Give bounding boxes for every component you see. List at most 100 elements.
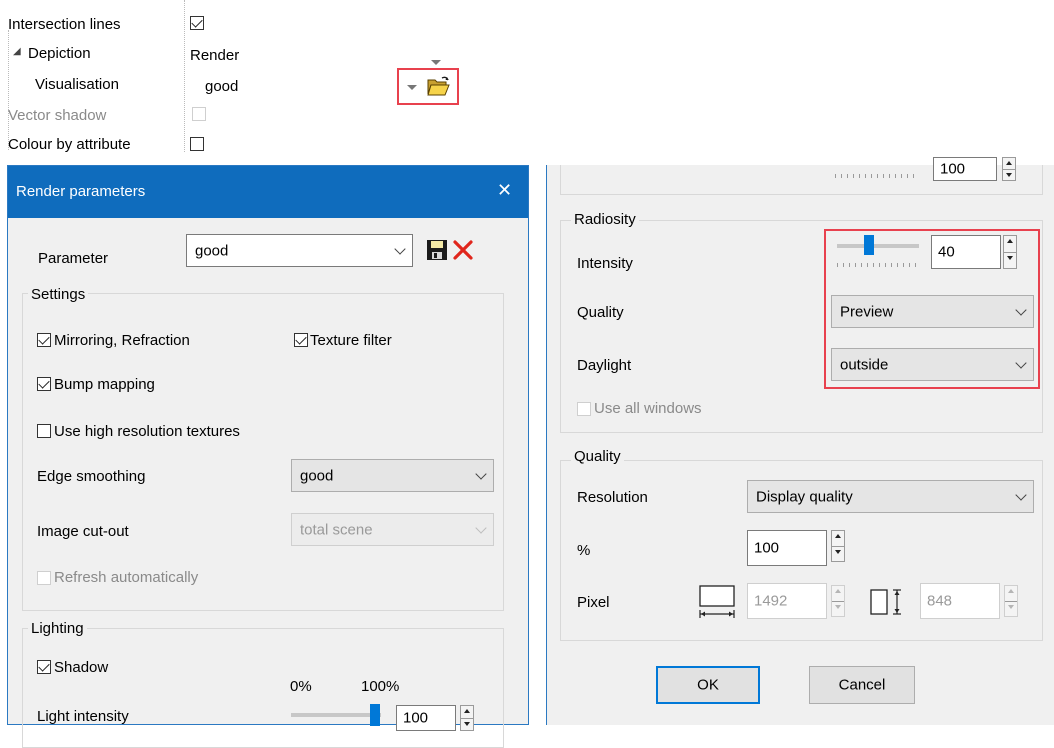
delete-icon[interactable] xyxy=(452,239,474,261)
use-all-windows-checkbox[interactable] xyxy=(577,402,591,416)
pixel-label: Pixel xyxy=(577,594,610,611)
prop-value-visualisation: good xyxy=(205,78,239,95)
prop-label-depiction: Depiction xyxy=(28,45,91,62)
spin-down-icon[interactable] xyxy=(1005,601,1017,616)
parameter-label: Parameter xyxy=(38,250,109,267)
property-list: Intersection lines ◢ Depiction Render Vi… xyxy=(0,0,480,153)
spin-up-icon[interactable] xyxy=(832,586,844,601)
intersection-lines-checkbox[interactable] xyxy=(190,16,204,30)
parameter-combo[interactable]: good xyxy=(186,234,413,267)
height-input[interactable]: 848 xyxy=(920,583,1000,619)
resolution-label: Resolution xyxy=(577,489,648,506)
dialog-titlebar: Render parameters ✕ xyxy=(8,166,528,218)
pct-100-label: 100% xyxy=(361,678,400,695)
ok-button-label: OK xyxy=(697,676,719,694)
chevron-down-icon xyxy=(475,467,487,480)
edge-smoothing-combo[interactable]: good xyxy=(291,459,494,492)
image-cutout-combo[interactable]: total scene xyxy=(291,513,494,546)
render-options-panel: 100 Radiosity Intensity 40 Quality Previ… xyxy=(546,157,1054,725)
clipped-spinner[interactable] xyxy=(1002,157,1016,181)
light-intensity-label: Light intensity xyxy=(37,708,129,725)
cancel-button-label: Cancel xyxy=(838,676,886,694)
edge-smoothing-value: good xyxy=(300,467,334,484)
light-intensity-spinner[interactable] xyxy=(460,705,474,731)
width-spinner[interactable] xyxy=(831,585,845,617)
bump-mapping-label: Bump mapping xyxy=(54,376,155,393)
quality-label: Quality xyxy=(577,304,624,321)
chevron-down-icon xyxy=(1015,488,1027,501)
height-spinner[interactable] xyxy=(1004,585,1018,617)
light-intensity-slider-thumb[interactable] xyxy=(370,704,380,726)
height-icon xyxy=(870,589,901,615)
texture-filter-label: Texture filter xyxy=(310,332,392,349)
spin-up-icon[interactable] xyxy=(461,706,473,718)
height-value: 848 xyxy=(927,592,953,610)
render-parameters-dialog: Render parameters ✕ Parameter good Setti… xyxy=(7,165,529,748)
colour-by-attribute-checkbox[interactable] xyxy=(190,137,204,151)
settings-title: Settings xyxy=(28,286,89,303)
width-icon xyxy=(699,585,735,618)
mirroring-checkbox[interactable] xyxy=(37,333,51,347)
width-value: 1492 xyxy=(754,592,788,610)
spin-up-icon[interactable] xyxy=(1003,158,1015,169)
percent-spinner[interactable] xyxy=(831,530,845,562)
high-res-checkbox[interactable] xyxy=(37,424,51,438)
high-res-label: Use high resolution textures xyxy=(54,423,240,440)
depiction-dropdown-arrow-icon[interactable] xyxy=(431,60,441,65)
cancel-button[interactable]: Cancel xyxy=(809,666,915,704)
save-icon[interactable] xyxy=(426,239,448,261)
refresh-automatically-label: Refresh automatically xyxy=(54,569,199,586)
clipped-value-input[interactable]: 100 xyxy=(933,157,997,181)
clipped-value: 100 xyxy=(940,160,966,178)
refresh-automatically-checkbox[interactable] xyxy=(37,571,51,585)
intensity-label: Intensity xyxy=(577,255,633,272)
use-all-windows-label: Use all windows xyxy=(594,400,702,417)
resolution-combo[interactable]: Display quality xyxy=(747,480,1034,513)
chevron-down-icon xyxy=(394,242,406,255)
column-divider xyxy=(184,0,186,152)
spin-up-icon[interactable] xyxy=(832,531,844,546)
shadow-checkbox[interactable] xyxy=(37,660,51,674)
daylight-label: Daylight xyxy=(577,357,632,374)
light-intensity-value: 100 xyxy=(403,709,429,727)
prop-value-depiction: Render xyxy=(190,47,240,64)
width-input[interactable]: 1492 xyxy=(747,583,827,619)
image-cutout-value: total scene xyxy=(300,521,373,538)
highlight-box-radiosity xyxy=(824,229,1040,389)
percent-label: % xyxy=(577,542,591,559)
shadow-label: Shadow xyxy=(54,659,109,676)
edge-smoothing-label: Edge smoothing xyxy=(37,468,146,485)
percent-input[interactable]: 100 xyxy=(747,530,827,566)
bump-mapping-checkbox[interactable] xyxy=(37,377,51,391)
spin-down-icon[interactable] xyxy=(832,601,844,616)
chevron-down-icon xyxy=(475,521,487,534)
clipped-slider-ticks xyxy=(835,174,915,178)
lighting-title: Lighting xyxy=(28,620,87,637)
image-cutout-label: Image cut-out xyxy=(37,523,129,540)
texture-filter-checkbox[interactable] xyxy=(294,333,308,347)
light-intensity-slider-track[interactable] xyxy=(291,713,381,717)
parameter-combo-value: good xyxy=(195,242,229,259)
spin-down-icon[interactable] xyxy=(832,546,844,561)
spin-up-icon[interactable] xyxy=(1005,586,1017,601)
close-icon[interactable]: ✕ xyxy=(497,180,512,201)
dialog-title: Render parameters xyxy=(16,183,146,200)
radiosity-title: Radiosity xyxy=(571,211,639,228)
open-folder-icon[interactable] xyxy=(427,76,451,96)
quality-group-title: Quality xyxy=(571,448,624,465)
prop-label-intersection-lines: Intersection lines xyxy=(8,16,121,33)
prop-label-colour-by-attribute: Colour by attribute xyxy=(8,136,131,153)
pct-0-label: 0% xyxy=(290,678,312,695)
ok-button[interactable]: OK xyxy=(656,666,760,704)
vector-shadow-checkbox[interactable] xyxy=(192,107,206,121)
prop-label-visualisation: Visualisation xyxy=(35,76,119,93)
percent-value: 100 xyxy=(754,539,780,557)
mirroring-label: Mirroring, Refraction xyxy=(54,332,190,349)
tree-guide xyxy=(8,30,10,150)
expand-arrow-icon[interactable]: ◢ xyxy=(13,46,21,57)
prop-label-vector-shadow: Vector shadow xyxy=(8,107,107,124)
light-intensity-input[interactable]: 100 xyxy=(396,705,456,731)
spin-down-icon[interactable] xyxy=(1003,169,1015,180)
visualisation-dropdown-arrow-icon[interactable] xyxy=(407,85,417,90)
resolution-value: Display quality xyxy=(756,488,853,505)
